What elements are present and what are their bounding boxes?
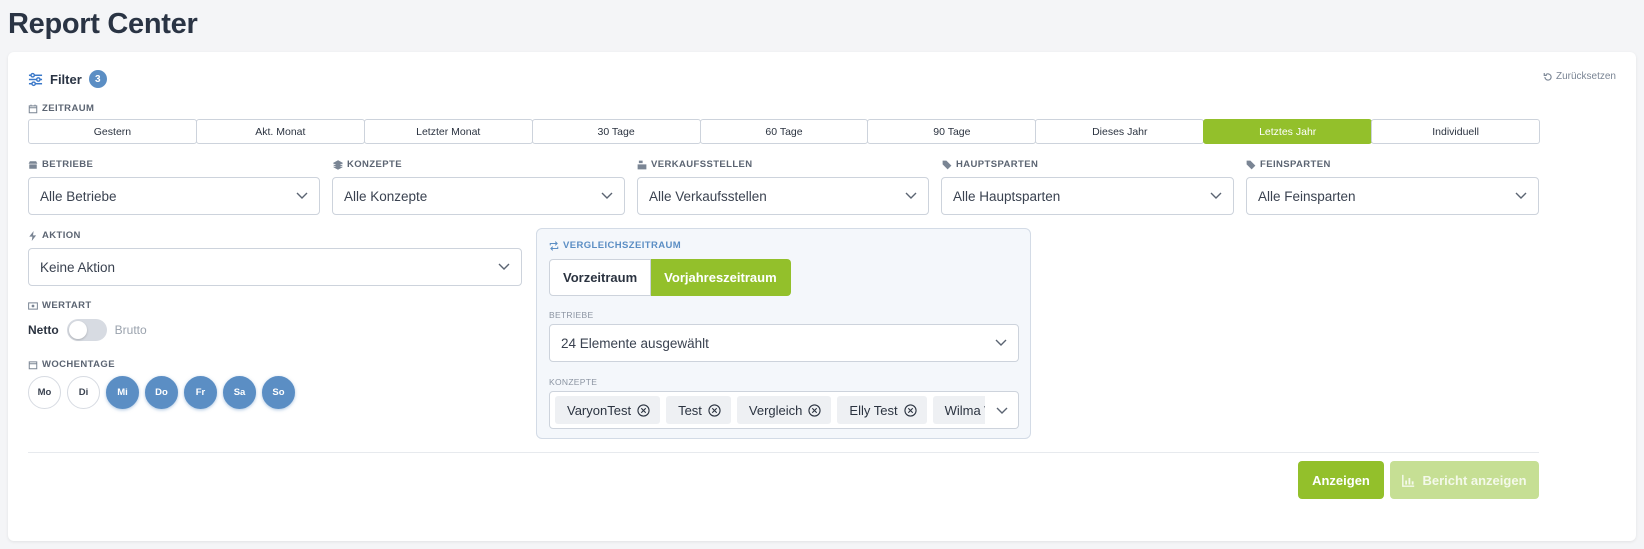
chip-elly-test: Elly Test bbox=[837, 396, 927, 424]
day-di[interactable]: Di bbox=[67, 376, 100, 409]
feinsparten-label: FEINSPARTEN bbox=[1246, 159, 1331, 170]
konzepte-label: KONZEPTE bbox=[333, 159, 402, 170]
chevron-down-icon bbox=[905, 192, 917, 199]
feinsparten-select[interactable]: Alle Feinsparten bbox=[1246, 177, 1539, 215]
wertart-toggle-row: Netto Brutto bbox=[28, 319, 147, 341]
remove-circle-icon[interactable] bbox=[637, 403, 650, 417]
cash-register-icon bbox=[637, 160, 647, 169]
day-mi[interactable]: Mi bbox=[106, 376, 139, 409]
store-icon bbox=[28, 160, 38, 169]
tag-icon bbox=[1246, 160, 1256, 169]
wochentage-label: WOCHENTAGE bbox=[28, 359, 115, 370]
tags-icon bbox=[942, 160, 952, 169]
show-button[interactable]: Anzeigen bbox=[1298, 461, 1384, 499]
weekday-selector: Mo Di Mi Do Fr Sa So bbox=[28, 376, 295, 409]
period-90-tage[interactable]: 90 Tage bbox=[867, 119, 1037, 144]
filter-card: Filter 3 Zurücksetzen ZEITRAUM Gestern A… bbox=[8, 52, 1636, 541]
betriebe-label: BETRIEBE bbox=[28, 159, 93, 170]
wertart-toggle[interactable] bbox=[66, 319, 107, 341]
period-30-tage[interactable]: 30 Tage bbox=[531, 119, 701, 144]
remove-circle-icon[interactable] bbox=[808, 403, 822, 417]
period-letzter-monat[interactable]: Letzter Monat bbox=[363, 119, 533, 144]
vorzeitraum-button[interactable]: Vorzeitraum bbox=[549, 259, 652, 296]
day-sa[interactable]: Sa bbox=[223, 376, 256, 409]
reset-button[interactable]: Zurücksetzen bbox=[1543, 71, 1616, 82]
filter-header: Filter 3 bbox=[28, 70, 107, 88]
period-letztes-jahr[interactable]: Letztes Jahr bbox=[1203, 119, 1373, 144]
calendar-icon bbox=[28, 104, 38, 113]
day-do[interactable]: Do bbox=[145, 376, 178, 409]
chevron-down-icon bbox=[996, 407, 1008, 414]
money-icon bbox=[28, 301, 38, 310]
layers-icon bbox=[333, 159, 343, 170]
zeitraum-label: ZEITRAUM bbox=[28, 103, 94, 114]
period-dieses-jahr[interactable]: Dieses Jahr bbox=[1035, 119, 1205, 144]
brutto-label: Brutto bbox=[114, 323, 147, 337]
vergleich-label: VERGLEICHSZEITRAUM bbox=[549, 240, 681, 251]
period-selector: Gestern Akt. Monat Letzter Monat 30 Tage… bbox=[28, 119, 1541, 144]
chevron-down-icon bbox=[296, 192, 308, 199]
aktion-label: AKTION bbox=[28, 230, 81, 241]
hauptsparten-label: HAUPTSPARTEN bbox=[942, 159, 1038, 170]
chip-vergleich: Vergleich bbox=[736, 396, 832, 424]
period-60-tage[interactable]: 60 Tage bbox=[699, 119, 869, 144]
verkaufsstellen-label: VERKAUFSSTELLEN bbox=[637, 159, 753, 170]
netto-label: Netto bbox=[28, 323, 59, 337]
chip-list: VaryonTest Test Vergleich Elly Test Wilm… bbox=[555, 396, 985, 424]
reset-label: Zurücksetzen bbox=[1555, 71, 1616, 82]
chevron-down-icon bbox=[1515, 192, 1527, 199]
verkaufsstellen-select[interactable]: Alle Verkaufsstellen bbox=[637, 177, 929, 215]
filter-count-badge: 3 bbox=[88, 70, 107, 88]
period-gestern[interactable]: Gestern bbox=[28, 119, 197, 144]
comparison-betriebe-label: BETRIEBE bbox=[549, 310, 594, 320]
comparison-toggle: Vorzeitraum Vorjahreszeitraum bbox=[549, 259, 791, 296]
remove-circle-icon[interactable] bbox=[708, 403, 721, 417]
chart-icon bbox=[1402, 474, 1415, 487]
chevron-down-icon bbox=[995, 339, 1007, 346]
repeat-icon bbox=[549, 240, 559, 251]
remove-circle-icon[interactable] bbox=[903, 403, 917, 417]
comparison-betriebe-select[interactable]: 24 Elemente ausgewählt bbox=[549, 324, 1019, 362]
period-akt-monat[interactable]: Akt. Monat bbox=[195, 119, 365, 144]
bolt-icon bbox=[29, 230, 37, 241]
day-fr[interactable]: Fr bbox=[184, 376, 217, 409]
wertart-label: WERTART bbox=[28, 300, 92, 311]
filter-title: Filter bbox=[50, 71, 82, 87]
calendar-icon bbox=[28, 360, 38, 369]
day-mo[interactable]: Mo bbox=[28, 376, 61, 409]
chevron-down-icon bbox=[498, 263, 510, 270]
page-title: Report Center bbox=[8, 8, 198, 40]
comparison-konzepte-multiselect[interactable]: VaryonTest Test Vergleich Elly Test Wilm… bbox=[549, 391, 1019, 429]
comparison-konzepte-label: KONZEPTE bbox=[549, 377, 598, 387]
konzepte-select[interactable]: Alle Konzepte bbox=[332, 177, 625, 215]
divider bbox=[28, 452, 1539, 453]
aktion-select[interactable]: Keine Aktion bbox=[28, 248, 522, 286]
toggle-knob bbox=[68, 321, 87, 339]
show-report-button[interactable]: Bericht anzeigen bbox=[1390, 461, 1539, 499]
chip-varyontest: VaryonTest bbox=[555, 396, 661, 424]
day-so[interactable]: So bbox=[262, 376, 295, 409]
hauptsparten-select[interactable]: Alle Hauptsparten bbox=[941, 177, 1234, 215]
sliders-icon bbox=[28, 72, 43, 86]
vorjahreszeitraum-button[interactable]: Vorjahreszeitraum bbox=[651, 259, 791, 296]
chip-test: Test bbox=[666, 396, 731, 424]
betriebe-select[interactable]: Alle Betriebe bbox=[28, 177, 320, 215]
comparison-panel: VERGLEICHSZEITRAUM Vorzeitraum Vorjahres… bbox=[536, 228, 1031, 439]
chip-wilma: Wilma W bbox=[932, 396, 985, 424]
undo-icon bbox=[1543, 72, 1552, 81]
period-individuell[interactable]: Individuell bbox=[1371, 119, 1541, 144]
chevron-down-icon bbox=[601, 192, 613, 199]
chevron-down-icon bbox=[1210, 192, 1222, 199]
